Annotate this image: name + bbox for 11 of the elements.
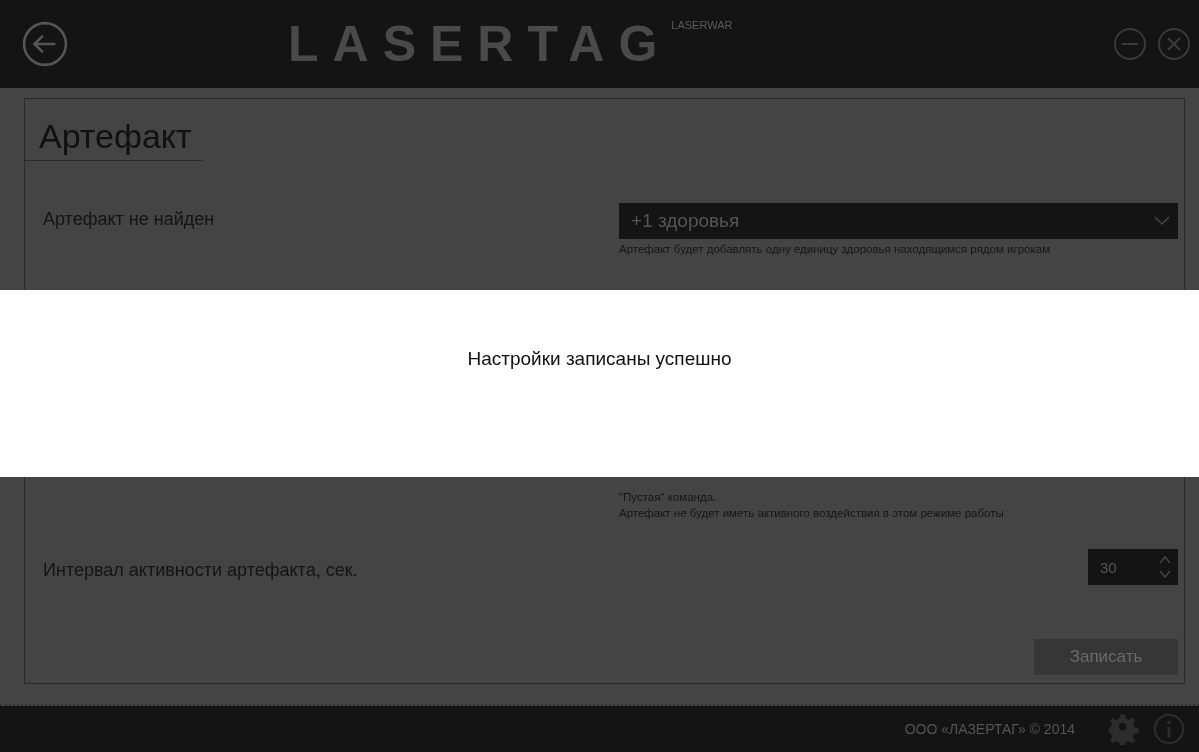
info-icon[interactable] <box>1153 713 1185 745</box>
artifact-dropdown[interactable]: +1 здоровья <box>619 203 1178 239</box>
minimize-icon[interactable] <box>1113 27 1147 61</box>
settings-icon[interactable] <box>1109 713 1141 745</box>
back-icon[interactable] <box>22 21 68 67</box>
copyright-text: ООО «ЛАЗЕРТАГ» © 2014 <box>904 721 1075 737</box>
chevron-down-icon <box>1154 216 1170 226</box>
close-icon[interactable] <box>1157 27 1191 61</box>
brand-label: LASERWAR <box>671 19 733 31</box>
notification-message: Настройки записаны успешно <box>467 348 732 371</box>
interval-spinner[interactable]: 30 <box>1088 549 1178 585</box>
